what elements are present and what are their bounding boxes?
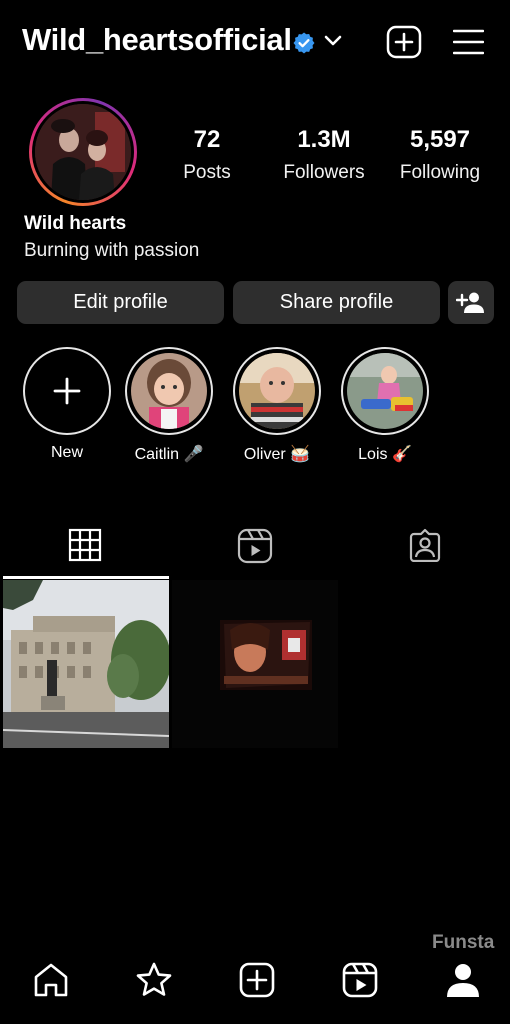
post-thumbnail[interactable] bbox=[3, 580, 169, 748]
post-image bbox=[3, 580, 169, 748]
highlight-photo bbox=[131, 353, 207, 429]
highlight-label: Oliver 🥁 bbox=[243, 446, 311, 463]
stat-posts[interactable]: 72 Posts bbox=[171, 126, 243, 184]
active-tab-indicator bbox=[3, 576, 169, 579]
menu-icon[interactable] bbox=[453, 29, 484, 55]
highlight-new[interactable]: New bbox=[23, 347, 111, 462]
grid-icon bbox=[68, 528, 102, 562]
followers-label: Followers bbox=[283, 162, 365, 183]
highlight-label: Caitlin 🎤 bbox=[134, 446, 204, 463]
content-tabs bbox=[0, 520, 510, 578]
avatar-photo bbox=[35, 104, 131, 200]
plus-icon bbox=[53, 377, 81, 405]
profile-name: Wild hearts bbox=[24, 213, 127, 234]
highlight-photo bbox=[239, 353, 315, 429]
stat-following[interactable]: 5,597 Following bbox=[393, 126, 487, 184]
bottom-nav bbox=[0, 950, 510, 1024]
following-count: 5,597 bbox=[409, 126, 471, 153]
tab-posts[interactable] bbox=[0, 520, 170, 578]
share-profile-button[interactable]: Share profile bbox=[233, 281, 440, 324]
reels-icon bbox=[237, 528, 273, 564]
profile-bio: Burning with passion bbox=[24, 240, 200, 261]
edit-profile-button[interactable]: Edit profile bbox=[17, 281, 224, 324]
highlight-caitlin[interactable]: Caitlin 🎤 bbox=[125, 347, 213, 464]
posts-count: 72 bbox=[193, 126, 221, 153]
add-person-icon bbox=[456, 292, 484, 313]
followers-count: 1.3M bbox=[297, 126, 351, 153]
profile-avatar[interactable] bbox=[29, 98, 137, 206]
stat-followers[interactable]: 1.3M Followers bbox=[276, 126, 372, 184]
home-icon[interactable] bbox=[31, 960, 71, 1000]
highlight-oliver[interactable]: Oliver 🥁 bbox=[233, 347, 321, 464]
tab-reels[interactable] bbox=[170, 520, 340, 578]
post-image bbox=[172, 580, 338, 748]
username[interactable]: Wild_heartsofficial bbox=[22, 22, 292, 58]
post-thumbnail[interactable] bbox=[172, 580, 338, 748]
highlight-label: Lois 🎸 bbox=[358, 446, 412, 463]
posts-label: Posts bbox=[183, 162, 231, 183]
following-label: Following bbox=[399, 162, 481, 183]
discover-people-button[interactable] bbox=[448, 281, 494, 324]
verified-badge-icon bbox=[293, 32, 315, 54]
highlight-label: New bbox=[50, 444, 83, 461]
tagged-icon bbox=[409, 528, 441, 562]
star-icon[interactable] bbox=[134, 960, 174, 1000]
create-icon[interactable] bbox=[237, 960, 277, 1000]
chevron-down-icon[interactable] bbox=[323, 33, 343, 49]
highlight-photo bbox=[347, 353, 423, 429]
top-bar: Wild_heartsofficial bbox=[0, 0, 510, 86]
highlight-new-ring[interactable] bbox=[23, 347, 111, 435]
highlight-lois[interactable]: Lois 🎸 bbox=[341, 347, 429, 464]
create-post-icon[interactable] bbox=[386, 25, 422, 59]
tab-tagged[interactable] bbox=[340, 520, 510, 578]
profile-icon[interactable] bbox=[443, 960, 483, 1000]
reels-icon[interactable] bbox=[340, 960, 380, 1000]
